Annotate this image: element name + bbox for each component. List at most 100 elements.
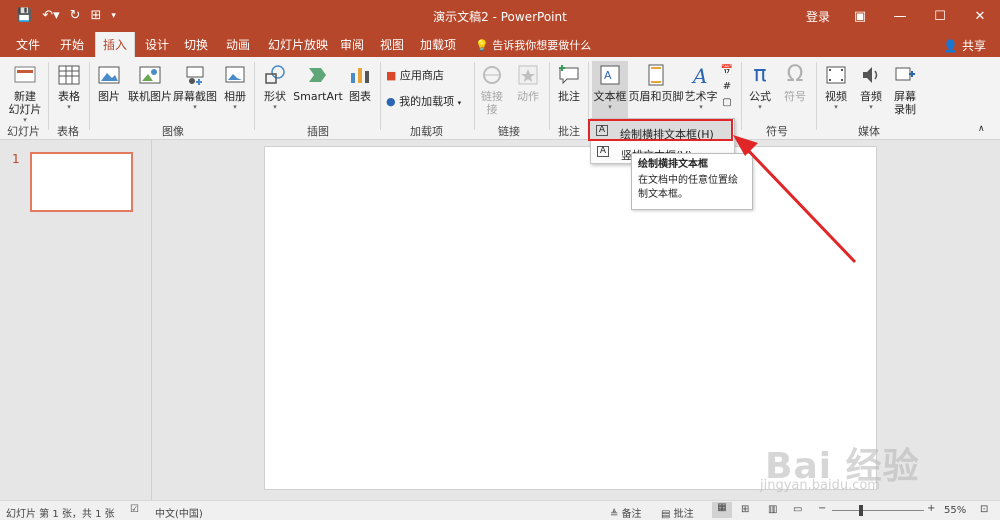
- group-addins-label: 加载项: [410, 125, 443, 138]
- table-button[interactable]: 表格 ▾: [54, 63, 84, 112]
- object-icon[interactable]: ▢: [722, 97, 731, 108]
- album-button[interactable]: 相册 ▾: [221, 63, 249, 112]
- smartart-button[interactable]: SmartArt: [293, 63, 343, 103]
- group-symbols-label: 符号: [766, 125, 788, 138]
- watermark-url: jingyan.baidu.com: [760, 478, 880, 493]
- reading-view-icon[interactable]: ▥: [768, 504, 777, 515]
- omega-icon: Ω: [786, 62, 804, 87]
- link-label: 链接: [481, 90, 503, 103]
- symbol-label: 符号: [784, 90, 806, 103]
- slideshow-icon[interactable]: ▭: [793, 504, 802, 515]
- action-button[interactable]: 动作: [513, 63, 543, 103]
- collapse-ribbon-icon[interactable]: ∧: [978, 123, 985, 136]
- fit-to-window-icon[interactable]: ⊡: [980, 504, 988, 515]
- tab-view[interactable]: 视图: [380, 36, 404, 53]
- online-picture-label: 联机图片: [128, 90, 172, 103]
- tell-me-search[interactable]: 💡 告诉我你想要做什么: [475, 37, 591, 53]
- zoom-out-icon[interactable]: −: [818, 503, 826, 514]
- date-time-icon[interactable]: 📅: [721, 65, 733, 76]
- normal-view-icon[interactable]: ▦: [712, 502, 732, 518]
- maximize-icon[interactable]: ☐: [920, 0, 960, 32]
- tooltip: 绘制横排文本框 在文档中的任意位置绘制文本框。: [631, 153, 753, 210]
- zoom-in-icon[interactable]: +: [927, 503, 935, 514]
- header-footer-label: 页眉和页脚: [628, 90, 684, 103]
- link-button[interactable]: 链接接: [478, 63, 506, 116]
- store-label: 应用商店: [399, 69, 444, 82]
- comment-button[interactable]: 批注: [554, 63, 584, 103]
- slide-number-icon[interactable]: #: [723, 81, 731, 92]
- horizontal-textbox-item[interactable]: A 绘制横排文本框(H): [588, 119, 733, 141]
- screenshot-button[interactable]: 屏幕截图 ▾: [172, 63, 218, 112]
- my-addins-button[interactable]: ● 我的加载项 ▾: [386, 95, 461, 110]
- slide-sorter-icon[interactable]: ⊞: [741, 504, 749, 515]
- picture-button[interactable]: 图片: [94, 63, 124, 103]
- comments-button[interactable]: ▤ 批注: [661, 505, 694, 520]
- tab-slideshow[interactable]: 幻灯片放映: [268, 36, 328, 53]
- slide-thumbnail[interactable]: [30, 152, 133, 212]
- store-icon: ■: [386, 69, 397, 82]
- audio-button[interactable]: 音频 ▾: [856, 63, 886, 112]
- puzzle-icon: ●: [386, 95, 396, 108]
- textbox-button[interactable]: A 文本框 ▾: [592, 61, 628, 121]
- wordart-button[interactable]: A 艺术字 ▾: [684, 63, 718, 112]
- group-media-label: 媒体: [858, 125, 880, 138]
- language-status[interactable]: 中文(中国): [155, 505, 203, 520]
- group-comments-label: 批注: [558, 125, 580, 138]
- zoom-slider-thumb[interactable]: [859, 505, 863, 516]
- chart-button[interactable]: 图表: [346, 63, 374, 103]
- video-label: 视频: [825, 90, 847, 103]
- online-picture-button[interactable]: 联机图片: [127, 63, 173, 103]
- chart-icon: [351, 68, 369, 83]
- share-button[interactable]: 👤 共享: [943, 37, 986, 54]
- tab-transitions[interactable]: 切换: [184, 36, 208, 53]
- tab-design[interactable]: 设计: [145, 36, 169, 53]
- table-label: 表格: [58, 90, 80, 103]
- close-icon[interactable]: ✕: [960, 0, 1000, 32]
- svg-text:A: A: [691, 64, 707, 87]
- screenshot-icon: [186, 66, 204, 85]
- login-link[interactable]: 登录: [806, 8, 830, 25]
- separator: [89, 62, 90, 130]
- equation-button[interactable]: π 公式 ▾: [745, 63, 775, 112]
- ribbon-display-icon[interactable]: ▣: [840, 0, 880, 32]
- header-footer-button[interactable]: 页眉和页脚: [628, 63, 684, 103]
- separator: [380, 62, 381, 130]
- link-sublabel: 接: [486, 103, 498, 116]
- store-button[interactable]: ■ 应用商店: [386, 69, 444, 82]
- online-picture-icon: [139, 66, 161, 84]
- zoom-level[interactable]: 55%: [944, 505, 966, 516]
- separator: [48, 62, 49, 130]
- textbox-icon: A: [600, 65, 620, 85]
- minimize-icon[interactable]: —: [880, 0, 920, 32]
- spellcheck-icon[interactable]: ☑: [130, 504, 139, 515]
- tab-home[interactable]: 开始: [60, 36, 84, 53]
- tab-insert[interactable]: 插入: [95, 32, 136, 57]
- horizontal-textbox-icon: A: [596, 125, 608, 136]
- zoom-slider[interactable]: [832, 510, 924, 511]
- action-label: 动作: [517, 90, 539, 103]
- symbol-button[interactable]: Ω 符号: [780, 62, 810, 104]
- shapes-button[interactable]: 形状 ▾: [260, 63, 290, 112]
- screen-record-button[interactable]: 屏幕 录制: [890, 63, 920, 116]
- video-button[interactable]: 视频 ▾: [821, 63, 851, 112]
- small-insert-buttons: 📅 # ▢: [719, 63, 735, 111]
- wordart-icon: A: [691, 64, 707, 87]
- comment-label: 批注: [558, 90, 580, 103]
- tab-addins[interactable]: 加载项: [420, 36, 456, 53]
- new-slide-button[interactable]: 新建 幻灯片 ▾: [8, 63, 42, 125]
- tooltip-body: 在文档中的任意位置绘制文本框。: [638, 175, 738, 200]
- tab-review[interactable]: 审阅: [340, 36, 364, 53]
- smartart-icon: [309, 68, 326, 82]
- picture-label: 图片: [98, 90, 120, 103]
- tab-animations[interactable]: 动画: [226, 36, 250, 53]
- title-bar: 💾 ↶▾ ↻ ⊞ ▾ 演示文稿2 - PowerPoint 登录 ▣ — ☐ ✕: [0, 0, 1000, 32]
- star-icon: [518, 65, 538, 85]
- video-icon: [826, 66, 846, 84]
- tooltip-title: 绘制横排文本框: [638, 159, 708, 170]
- notes-button[interactable]: ≜ 备注: [610, 505, 642, 520]
- tab-file[interactable]: 文件: [16, 36, 40, 53]
- audio-label: 音频: [860, 90, 882, 103]
- comment-icon: [559, 65, 579, 85]
- separator: [549, 62, 550, 130]
- notes-label: 备注: [621, 509, 642, 520]
